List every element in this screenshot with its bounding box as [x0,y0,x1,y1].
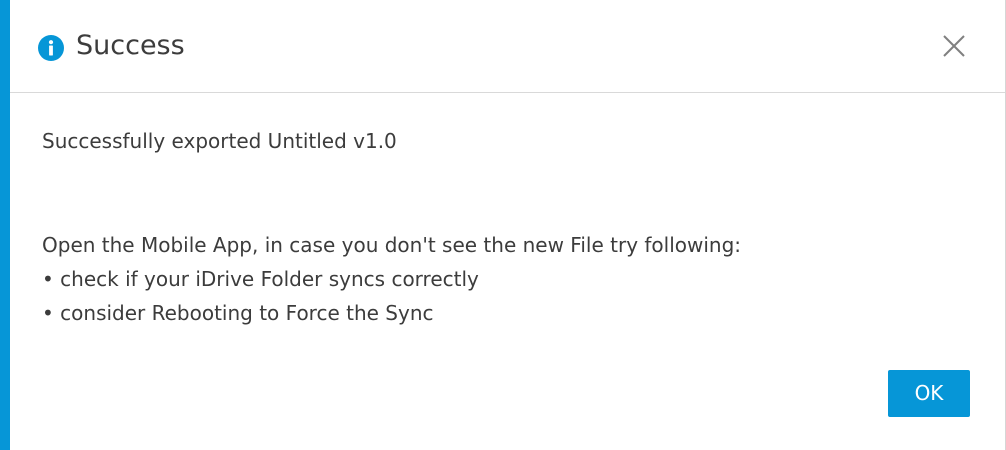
dialog-title: Success [76,30,185,61]
success-dialog: Success Successfully exported Untitled v… [0,0,1006,450]
ok-button[interactable]: OK [888,370,970,417]
bullet-item: • consider Rebooting to Force the Sync [42,301,434,325]
dialog-header: Success [10,0,1005,93]
info-icon [38,35,64,61]
accent-bar [0,0,10,450]
close-button[interactable] [938,30,970,62]
message-text: Successfully exported Untitled v1.0 [42,129,397,153]
close-icon [943,35,965,57]
bullet-item: • check if your iDrive Folder syncs corr… [42,267,479,291]
instructions-text: Open the Mobile App, in case you don't s… [42,233,742,257]
